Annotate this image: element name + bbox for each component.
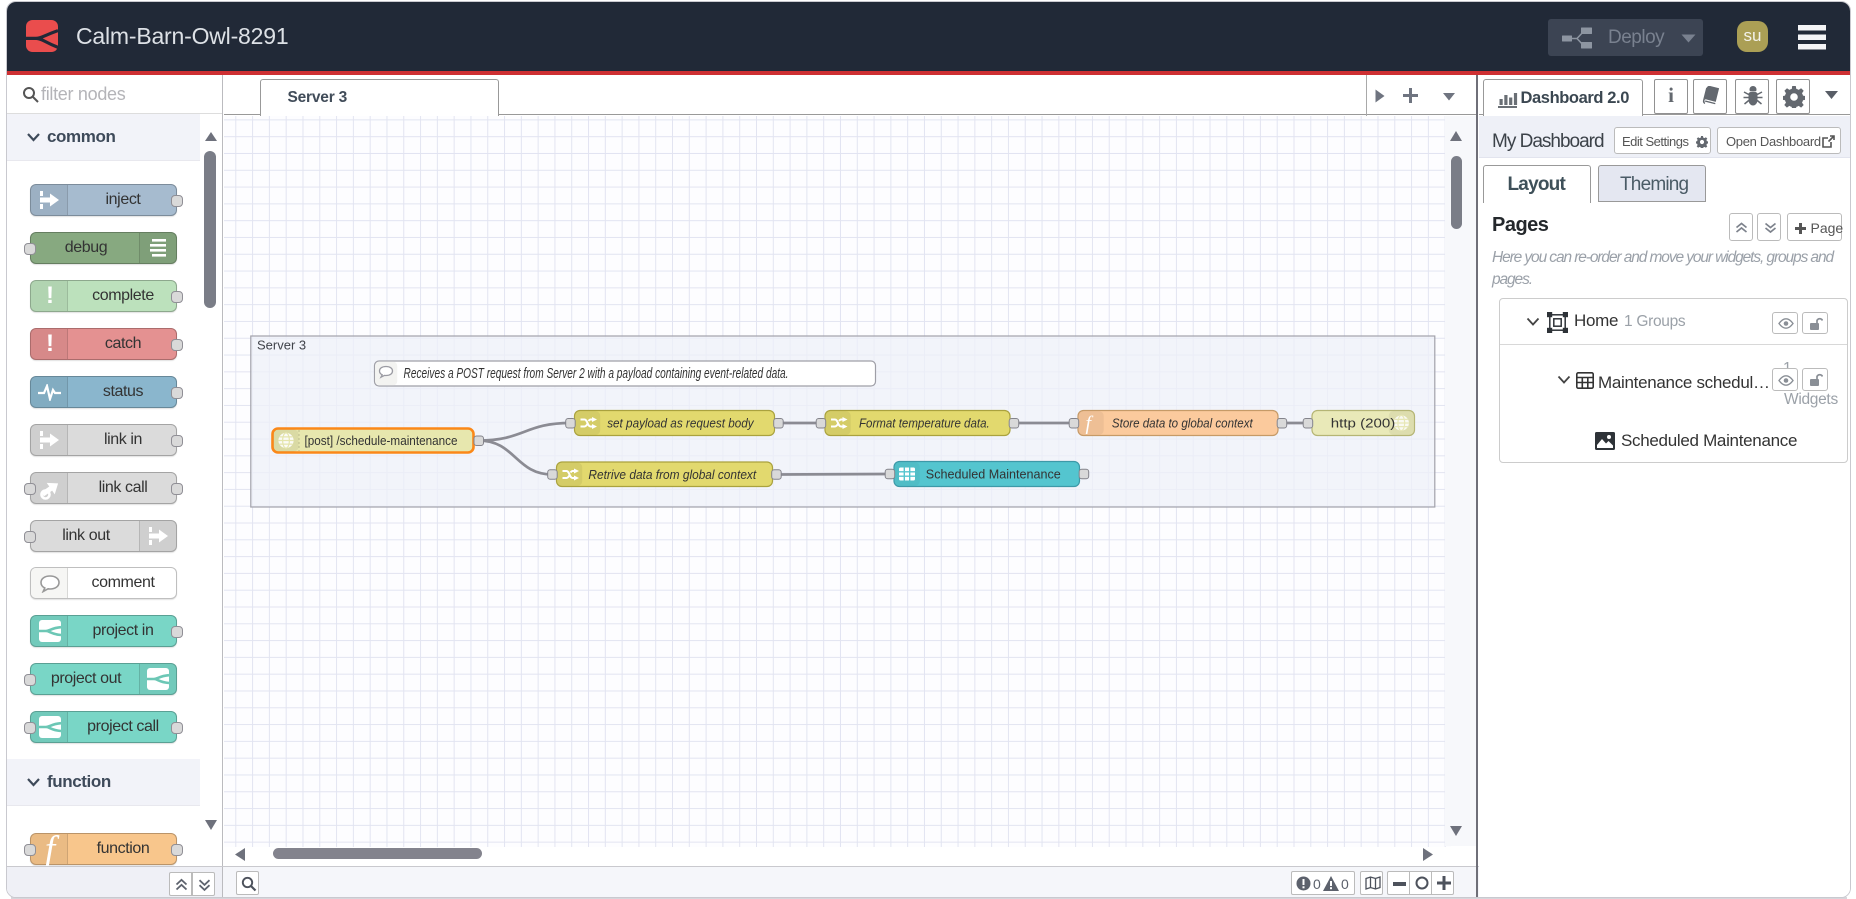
svg-text:Retrive data from global conte: Retrive data from global context: [588, 467, 757, 482]
svg-text:Store data to global context: Store data to global context: [1111, 416, 1253, 431]
svg-text:http (200): http (200): [1330, 416, 1395, 431]
svg-text:Format temperature data.: Format temperature data.: [859, 416, 990, 431]
svg-text:Server 3: Server 3: [257, 338, 306, 353]
svg-text:Receives a POST request from S: Receives a POST request from Server 2 wi…: [403, 366, 788, 382]
svg-text:Scheduled Maintenance: Scheduled Maintenance: [925, 467, 1060, 482]
svg-text:[post] /schedule-maintenance: [post] /schedule-maintenance: [304, 433, 457, 448]
svg-text:set payload as request body: set payload as request body: [607, 416, 755, 431]
